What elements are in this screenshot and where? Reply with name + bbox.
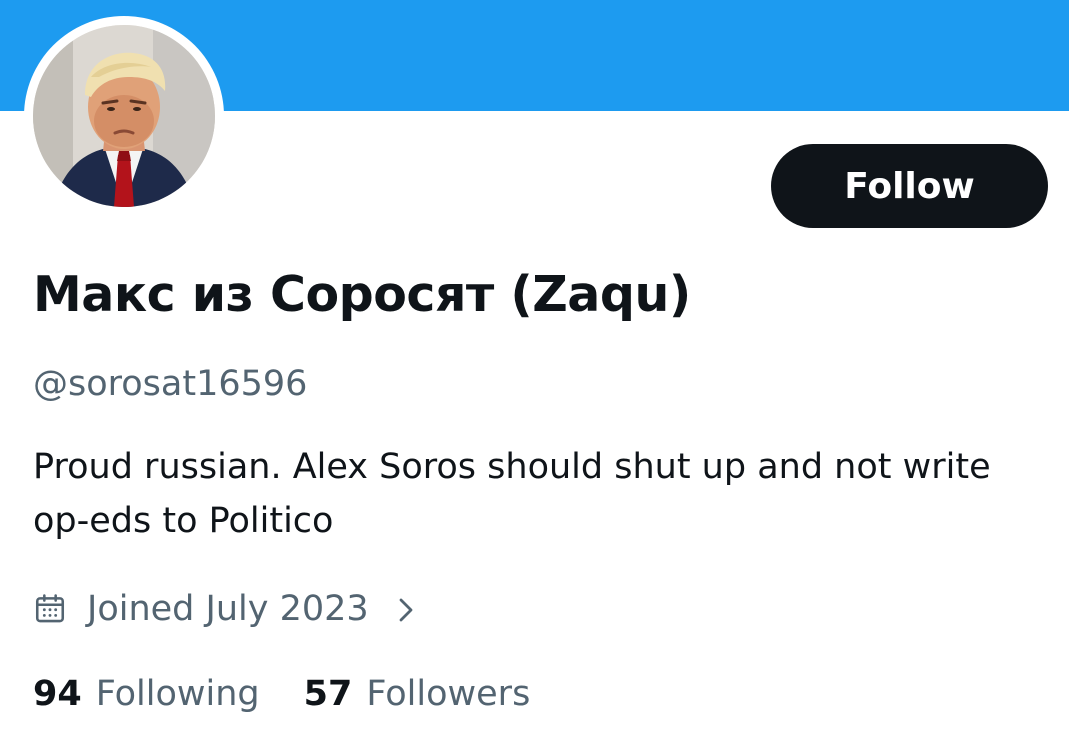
avatar-image [33, 25, 215, 207]
followers-link[interactable]: 57 Followers [304, 674, 531, 714]
profile-header: Follow Макс из Соросят (Zaqu) @sorosat16… [0, 0, 1069, 739]
follow-button[interactable]: Follow [771, 144, 1048, 228]
calendar-icon [33, 592, 67, 626]
followers-count: 57 [303, 674, 353, 714]
avatar-container[interactable] [24, 16, 224, 216]
joined-date-label: Joined July 2023 [87, 589, 369, 629]
chevron-right-icon[interactable] [391, 594, 421, 624]
follow-stats: 94 Following 57 Followers [33, 666, 574, 722]
user-handle: @sorosat16596 [33, 364, 308, 404]
display-name: Макс из Соросят (Zaqu) [33, 266, 691, 323]
followers-label: Followers [366, 674, 531, 714]
avatar[interactable] [33, 25, 215, 207]
following-label: Following [95, 674, 260, 714]
user-bio: Proud russian. Alex Soros should shut up… [33, 447, 991, 541]
following-link[interactable]: 94 Following [33, 674, 260, 714]
following-count: 94 [33, 674, 82, 714]
joined-date-row[interactable]: Joined July 2023 [33, 581, 421, 637]
